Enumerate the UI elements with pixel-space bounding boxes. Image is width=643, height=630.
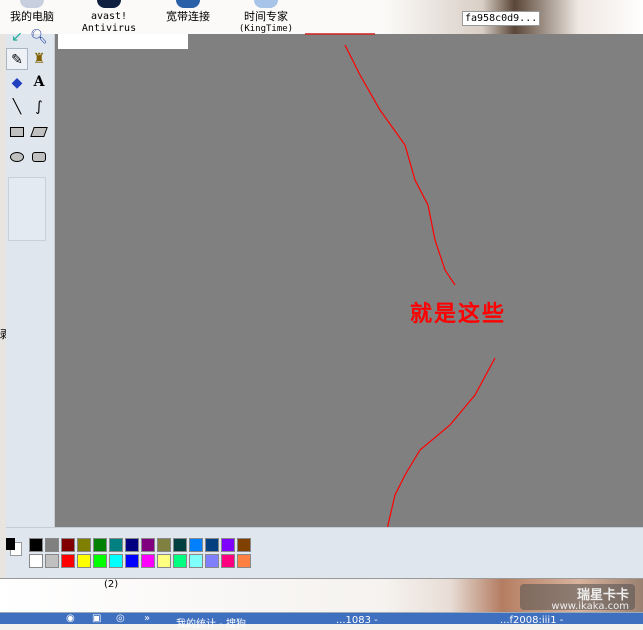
quicklaunch-paint-icon[interactable]: ▣ [92, 613, 101, 624]
quicklaunch-ie-icon[interactable]: ◉ [66, 613, 75, 624]
palette-swatch[interactable] [141, 538, 155, 552]
palette-swatch[interactable] [221, 538, 235, 552]
palette-swatch[interactable] [173, 554, 187, 568]
palette-swatch[interactable] [173, 538, 187, 552]
palette-swatch[interactable] [45, 538, 59, 552]
palette-swatch[interactable] [125, 538, 139, 552]
palette-swatch[interactable] [205, 538, 219, 552]
palette-swatch[interactable] [29, 554, 43, 568]
stray-text: (2) [104, 579, 119, 590]
taskbar-item[interactable]: ...1083 - [336, 615, 378, 626]
taskbar: ◉ ▣ ◎ » 我的统计 - 搜狗 ...1083 - ...f2008:iii… [0, 612, 643, 630]
palette-swatch[interactable] [61, 554, 75, 568]
palette-swatch[interactable] [109, 538, 123, 552]
palette-swatch[interactable] [157, 538, 171, 552]
palette-swatch[interactable] [141, 554, 155, 568]
palette-swatch[interactable] [93, 538, 107, 552]
quicklaunch-more-button[interactable]: » [144, 613, 150, 624]
color-palette [6, 527, 643, 578]
palette-swatch[interactable] [29, 538, 43, 552]
palette-swatch[interactable] [125, 554, 139, 568]
palette-swatch[interactable] [77, 554, 91, 568]
palette-swatch[interactable] [221, 554, 235, 568]
palette-swatch[interactable] [189, 538, 203, 552]
palette-swatch[interactable] [157, 554, 171, 568]
taskbar-item[interactable]: 我的统计 - 搜狗 [176, 615, 246, 630]
watermark-url: www.ikaka.com [551, 601, 629, 612]
canvas-annotation-text: 就是这些 [410, 301, 507, 327]
taskbar-item[interactable]: ...f2008:iii1 - [500, 615, 563, 626]
current-colors[interactable] [6, 536, 26, 566]
palette-swatch[interactable] [237, 538, 251, 552]
palette-swatch[interactable] [237, 554, 251, 568]
quicklaunch-app-icon[interactable]: ◎ [116, 613, 125, 624]
palette-swatch[interactable] [61, 538, 75, 552]
palette-swatch[interactable] [205, 554, 219, 568]
watermark: 瑞星卡卡 www.ikaka.com [520, 584, 635, 612]
palette-swatch[interactable] [109, 554, 123, 568]
palette-swatch[interactable] [45, 554, 59, 568]
palette-swatch[interactable] [93, 554, 107, 568]
palette-swatch[interactable] [189, 554, 203, 568]
palette-swatch[interactable] [77, 538, 91, 552]
